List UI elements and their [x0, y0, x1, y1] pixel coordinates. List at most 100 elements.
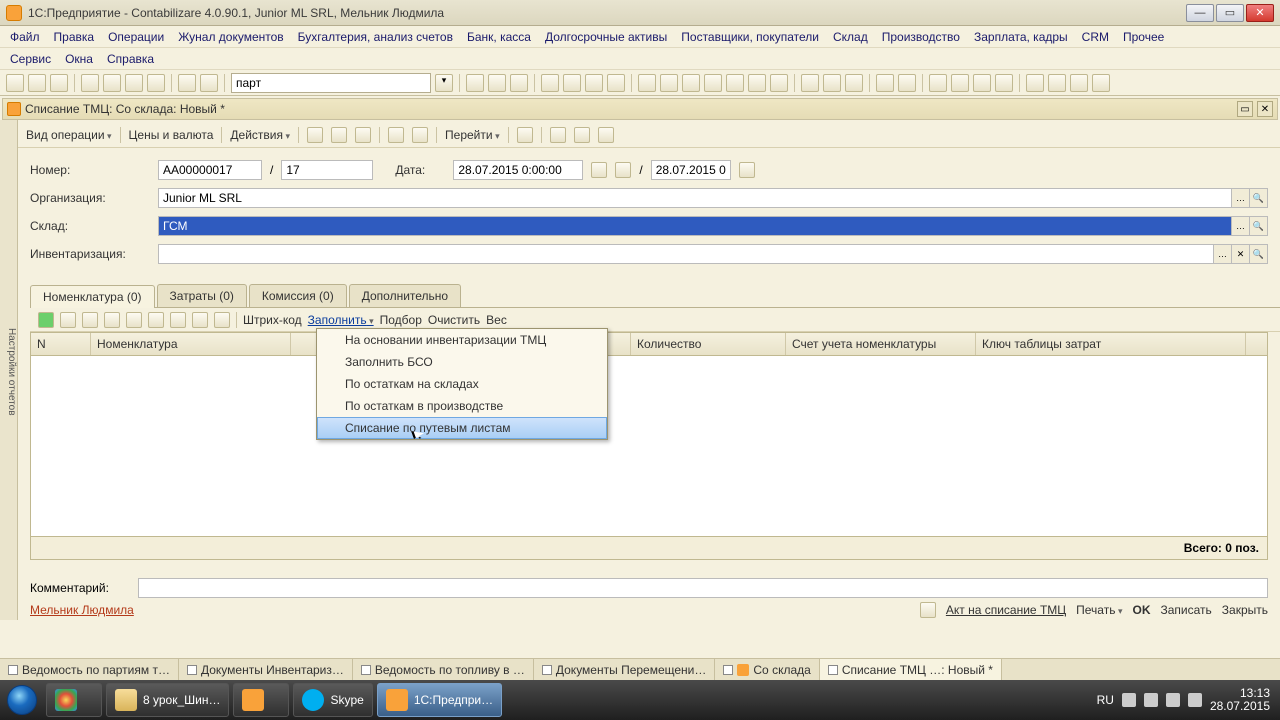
maximize-button[interactable]: ▭	[1216, 4, 1244, 22]
toolbar-icon[interactable]	[748, 74, 766, 92]
window-tab-checkbox[interactable]	[187, 665, 197, 675]
tab[interactable]: Дополнительно	[349, 284, 461, 307]
task-skype[interactable]: Skype	[293, 683, 372, 717]
close-button[interactable]: ✕	[1246, 4, 1274, 22]
task-explorer[interactable]: 8 урок_Шин…	[106, 683, 229, 717]
date2-input[interactable]	[651, 160, 731, 180]
toolbar-icon[interactable]	[510, 74, 528, 92]
task-chrome[interactable]	[46, 683, 102, 717]
move-down-icon[interactable]	[170, 312, 186, 328]
toolbar-icon[interactable]	[607, 74, 625, 92]
toolbar-icon[interactable]	[563, 74, 581, 92]
menu-item[interactable]: Окна	[65, 52, 93, 66]
dropdown-item[interactable]: На основании инвентаризации ТМЦ	[317, 329, 607, 351]
toolbar-icon[interactable]	[388, 127, 404, 143]
toolbar-icon[interactable]	[550, 127, 566, 143]
toolbar-icon[interactable]	[770, 74, 788, 92]
dropdown-item[interactable]: По остаткам в производстве	[317, 395, 607, 417]
toolbar-icon[interactable]	[682, 74, 700, 92]
menu-item[interactable]: Файл	[10, 30, 40, 44]
sort-asc-icon[interactable]	[192, 312, 208, 328]
op-type-dropdown[interactable]: Вид операции	[26, 128, 112, 142]
doc-restore-button[interactable]: ▭	[1237, 101, 1253, 117]
toolbar-icon[interactable]	[898, 74, 916, 92]
toolbar-icon[interactable]	[126, 312, 142, 328]
wh-open-button[interactable]: 🔍	[1250, 216, 1268, 236]
toolbar-icon[interactable]	[28, 74, 46, 92]
task-1c-active[interactable]: 1С:Предпри…	[377, 683, 502, 717]
grid-column-header[interactable]: Номенклатура	[91, 333, 291, 355]
copy-row-icon[interactable]	[60, 312, 76, 328]
toolbar-icon[interactable]	[1070, 74, 1088, 92]
window-tab[interactable]: Документы Перемещени…	[534, 659, 716, 680]
menu-item[interactable]: Склад	[833, 30, 868, 44]
window-tab-checkbox[interactable]	[8, 665, 18, 675]
window-tab-checkbox[interactable]	[723, 665, 733, 675]
menu-item[interactable]: Справка	[107, 52, 154, 66]
grid-body[interactable]	[31, 356, 1267, 536]
menu-item[interactable]: Долгосрочные активы	[545, 30, 667, 44]
wh-select-button[interactable]: …	[1232, 216, 1250, 236]
menu-item[interactable]: Операции	[108, 30, 164, 44]
act-link[interactable]: Акт на списание ТМЦ	[946, 603, 1066, 617]
tray-icon[interactable]	[1144, 693, 1158, 707]
toolbar-icon[interactable]	[574, 127, 590, 143]
org-input[interactable]: Junior ML SRL	[158, 188, 1232, 208]
spinner-icon[interactable]	[615, 162, 631, 178]
toolbar-icon[interactable]	[951, 74, 969, 92]
menu-item[interactable]: Поставщики, покупатели	[681, 30, 819, 44]
window-tab[interactable]: Списание ТМЦ …: Новый *	[820, 659, 1002, 680]
calendar-icon[interactable]	[739, 162, 755, 178]
doc-close-button[interactable]: ✕	[1257, 101, 1273, 117]
dropdown-item[interactable]: Списание по путевым листам	[317, 417, 607, 439]
toolbar-icon[interactable]	[50, 74, 68, 92]
toolbar-icon[interactable]	[6, 74, 24, 92]
toolbar-icon[interactable]	[1026, 74, 1044, 92]
sort-desc-icon[interactable]	[214, 312, 230, 328]
help-icon[interactable]	[517, 127, 533, 143]
menu-item[interactable]: CRM	[1082, 30, 1109, 44]
toolbar-icon[interactable]	[973, 74, 991, 92]
dropdown-item[interactable]: Заполнить БСО	[317, 351, 607, 373]
toolbar-icon[interactable]	[704, 74, 722, 92]
volume-icon[interactable]	[1188, 693, 1202, 707]
inv-select-button[interactable]: …	[1214, 244, 1232, 264]
menu-item[interactable]: Зарплата, кадры	[974, 30, 1068, 44]
menu-item[interactable]: Сервис	[10, 52, 51, 66]
toolbar-icon[interactable]	[307, 127, 323, 143]
menu-item[interactable]: Прочее	[1123, 30, 1164, 44]
org-select-button[interactable]: …	[1232, 188, 1250, 208]
clock[interactable]: 13:1328.07.2015	[1210, 687, 1270, 713]
toolbar-icon[interactable]	[331, 127, 347, 143]
inv-open-button[interactable]: 🔍	[1250, 244, 1268, 264]
user-link[interactable]: Мельник Людмила	[30, 603, 134, 617]
toolbar-icon[interactable]	[876, 74, 894, 92]
weight-button[interactable]: Вес	[486, 313, 507, 327]
pick-button[interactable]: Подбор	[380, 313, 422, 327]
grid-column-header[interactable]: N	[31, 333, 91, 355]
toolbar-icon[interactable]	[801, 74, 819, 92]
save-button[interactable]: Записать	[1161, 603, 1212, 617]
toolbar-icon[interactable]	[1092, 74, 1110, 92]
menu-item[interactable]: Жунал документов	[178, 30, 283, 44]
delete-row-icon[interactable]	[104, 312, 120, 328]
grid-column-header[interactable]: Количество	[631, 333, 786, 355]
clear-button[interactable]: Очистить	[428, 313, 480, 327]
dropdown-item[interactable]: По остаткам на складах	[317, 373, 607, 395]
window-tab[interactable]: Документы Инвентариз…	[179, 659, 353, 680]
toolbar-icon[interactable]	[845, 74, 863, 92]
toolbar-icon[interactable]	[541, 74, 559, 92]
toolbar-icon[interactable]	[660, 74, 678, 92]
toolbar-icon[interactable]	[355, 127, 371, 143]
move-up-icon[interactable]	[148, 312, 164, 328]
calendar-icon[interactable]	[591, 162, 607, 178]
menu-item[interactable]: Правка	[54, 30, 95, 44]
close-button[interactable]: Закрыть	[1222, 603, 1268, 617]
inv-clear-button[interactable]: ✕	[1232, 244, 1250, 264]
global-search-input[interactable]	[231, 73, 431, 93]
print-dropdown[interactable]: Печать	[1076, 603, 1122, 617]
toolbar-icon[interactable]	[125, 74, 143, 92]
actions-dropdown[interactable]: Действия	[230, 128, 290, 142]
toolbar-icon[interactable]	[81, 74, 99, 92]
toolbar-icon[interactable]	[1048, 74, 1066, 92]
